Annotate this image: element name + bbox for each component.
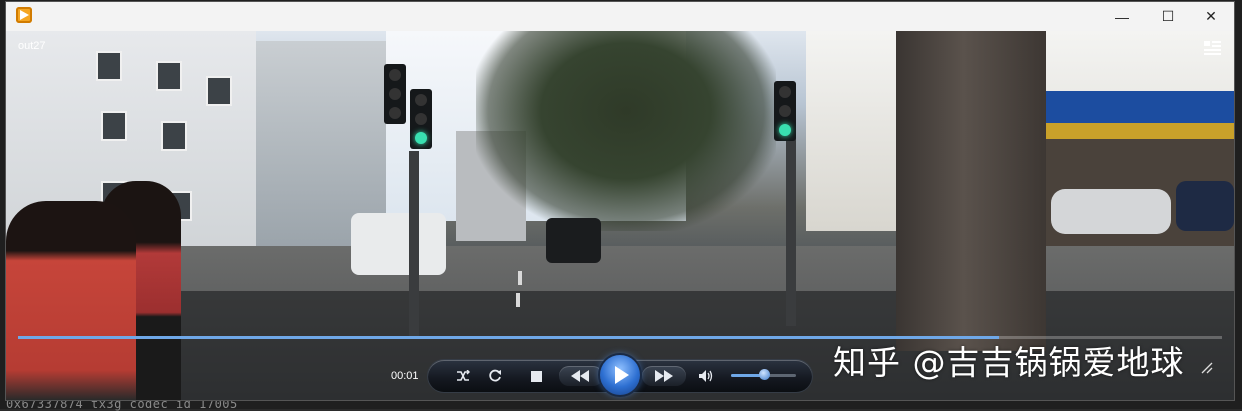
minimize-icon: — [1115,8,1129,25]
media-player-window: — ☐ ✕ out27 知乎 @吉吉锅锅爱地球 00:01 [6,2,1234,400]
video-scene-van [351,213,446,275]
video-scene-window [101,111,127,141]
switch-to-library-icon[interactable] [1203,40,1223,56]
video-frame[interactable]: out27 知乎 @吉吉锅锅爱地球 00:01 [6,31,1234,400]
video-scene-car [546,218,601,263]
video-scene-awning [1046,123,1234,139]
previous-icon [569,368,591,384]
play-button[interactable] [600,355,640,395]
video-scene-window [206,76,232,106]
video-scene-car [1051,189,1171,234]
video-scene-car [1176,181,1234,231]
video-title: out27 [18,40,46,52]
video-scene-trees [476,31,776,231]
video-scene-window [156,61,182,91]
video-scene-lane-mark [516,293,520,307]
volume-slider-handle[interactable] [758,369,770,380]
repeat-icon[interactable] [485,366,505,386]
resize-grip-icon[interactable] [1199,360,1213,374]
play-icon [615,366,629,384]
video-scene-traffic-light [384,64,406,124]
volume-icon[interactable] [696,366,716,386]
shuffle-icon[interactable] [453,366,473,386]
watermark-text: 知乎 @吉吉锅锅爱地球 [833,343,1185,382]
video-scene-window [96,51,122,81]
maximize-icon: ☐ [1161,8,1175,24]
next-icon [653,368,675,384]
video-scene-pole [786,131,796,326]
stop-icon[interactable] [526,366,546,386]
video-scene-tree-trunk [896,31,1046,351]
video-scene-lane-mark [518,271,522,285]
video-scene-person [6,201,136,400]
close-icon: ✕ [1205,8,1217,24]
maximize-button[interactable]: ☐ [1145,2,1191,31]
video-scene-traffic-light [774,81,796,141]
video-scene-awning [1046,91,1234,123]
video-scene-window [161,121,187,151]
video-scene-traffic-light [410,89,432,149]
close-button[interactable]: ✕ [1188,2,1234,31]
video-scene-pole [409,151,419,336]
title-bar[interactable]: — ☐ ✕ [6,2,1234,31]
minimize-button[interactable]: — [1099,2,1145,31]
elapsed-time: 00:01 [391,370,419,382]
media-player-icon [16,7,32,23]
